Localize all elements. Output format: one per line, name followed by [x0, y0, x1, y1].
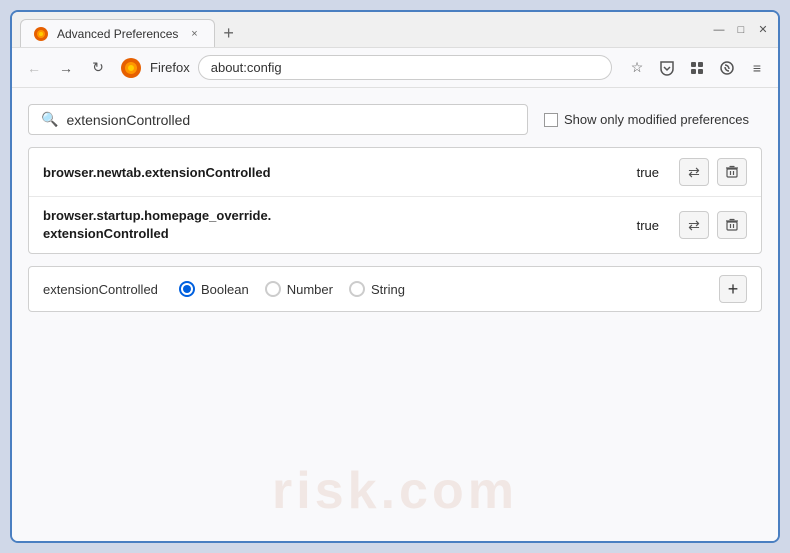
tab-close-button[interactable]: × — [186, 26, 202, 42]
pref-value-1: true — [637, 165, 659, 180]
content-area: risk.com 🔍 Show only modified preference… — [12, 88, 778, 541]
radio-string-circle[interactable] — [349, 281, 365, 297]
address-text: about:config — [211, 60, 282, 75]
show-modified-label: Show only modified preferences — [564, 112, 749, 127]
radio-string-label: String — [371, 282, 405, 297]
extensions-icon[interactable] — [684, 55, 710, 81]
reload-button[interactable]: ↻ — [84, 54, 112, 82]
new-pref-name: extensionControlled — [43, 282, 163, 297]
pocket-icon[interactable] — [654, 55, 680, 81]
radio-number-label: Number — [287, 282, 333, 297]
row-actions-2: ⇄ — [679, 211, 747, 239]
forward-button[interactable]: → — [52, 54, 80, 82]
browser-brand: Firefox — [150, 60, 190, 75]
radio-boolean-circle[interactable] — [179, 281, 195, 297]
pref-value-2: true — [637, 218, 659, 233]
pref-name-1: browser.newtab.extensionControlled — [43, 165, 629, 180]
add-pref-button[interactable]: + — [719, 275, 747, 303]
sync-icon[interactable] — [714, 55, 740, 81]
radio-boolean-label: Boolean — [201, 282, 249, 297]
tab-area: Advanced Preferences × + — [20, 12, 700, 47]
toggle-button-2[interactable]: ⇄ — [679, 211, 709, 239]
browser-window: Advanced Preferences × + — □ ✕ ← → ↻ Fir… — [10, 10, 780, 543]
back-button[interactable]: ← — [20, 54, 48, 82]
close-button[interactable]: ✕ — [756, 23, 770, 37]
maximize-button[interactable]: □ — [734, 23, 748, 37]
radio-number-circle[interactable] — [265, 281, 281, 297]
radio-number[interactable]: Number — [265, 281, 333, 297]
show-modified-option: Show only modified preferences — [544, 112, 749, 127]
delete-icon-1 — [725, 165, 739, 179]
new-tab-button[interactable]: + — [217, 19, 240, 47]
active-tab[interactable]: Advanced Preferences × — [20, 19, 215, 47]
add-pref-row: extensionControlled Boolean Number Strin… — [28, 266, 762, 312]
address-bar[interactable]: about:config — [198, 55, 612, 80]
search-box[interactable]: 🔍 — [28, 104, 528, 135]
firefox-logo — [120, 57, 142, 79]
toggle-button-1[interactable]: ⇄ — [679, 158, 709, 186]
show-modified-checkbox[interactable] — [544, 113, 558, 127]
tab-favicon — [33, 26, 49, 42]
table-row: browser.newtab.extensionControlled true … — [29, 148, 761, 197]
type-options: Boolean Number String — [179, 281, 703, 297]
row-actions-1: ⇄ — [679, 158, 747, 186]
menu-icon[interactable]: ≡ — [744, 55, 770, 81]
title-bar: Advanced Preferences × + — □ ✕ — [12, 12, 778, 48]
minimize-button[interactable]: — — [712, 23, 726, 37]
search-input[interactable] — [66, 112, 515, 128]
delete-button-1[interactable] — [717, 158, 747, 186]
table-row: browser.startup.homepage_override. exten… — [29, 197, 761, 253]
search-row: 🔍 Show only modified preferences — [28, 104, 762, 135]
nav-bar: ← → ↻ Firefox about:config ☆ — [12, 48, 778, 88]
search-icon: 🔍 — [41, 111, 58, 128]
tab-title: Advanced Preferences — [57, 27, 178, 41]
window-controls: — □ ✕ — [712, 23, 770, 37]
pocket-svg — [659, 60, 675, 76]
watermark: risk.com — [272, 461, 518, 521]
ext-svg — [689, 60, 705, 76]
nav-icons: ☆ — [624, 55, 770, 81]
results-table: browser.newtab.extensionControlled true … — [28, 147, 762, 254]
bookmark-icon[interactable]: ☆ — [624, 55, 650, 81]
radio-boolean[interactable]: Boolean — [179, 281, 249, 297]
pref-name-2: browser.startup.homepage_override. exten… — [43, 207, 629, 243]
delete-icon-2 — [725, 218, 739, 232]
radio-string[interactable]: String — [349, 281, 405, 297]
delete-button-2[interactable] — [717, 211, 747, 239]
sync-svg — [719, 60, 735, 76]
